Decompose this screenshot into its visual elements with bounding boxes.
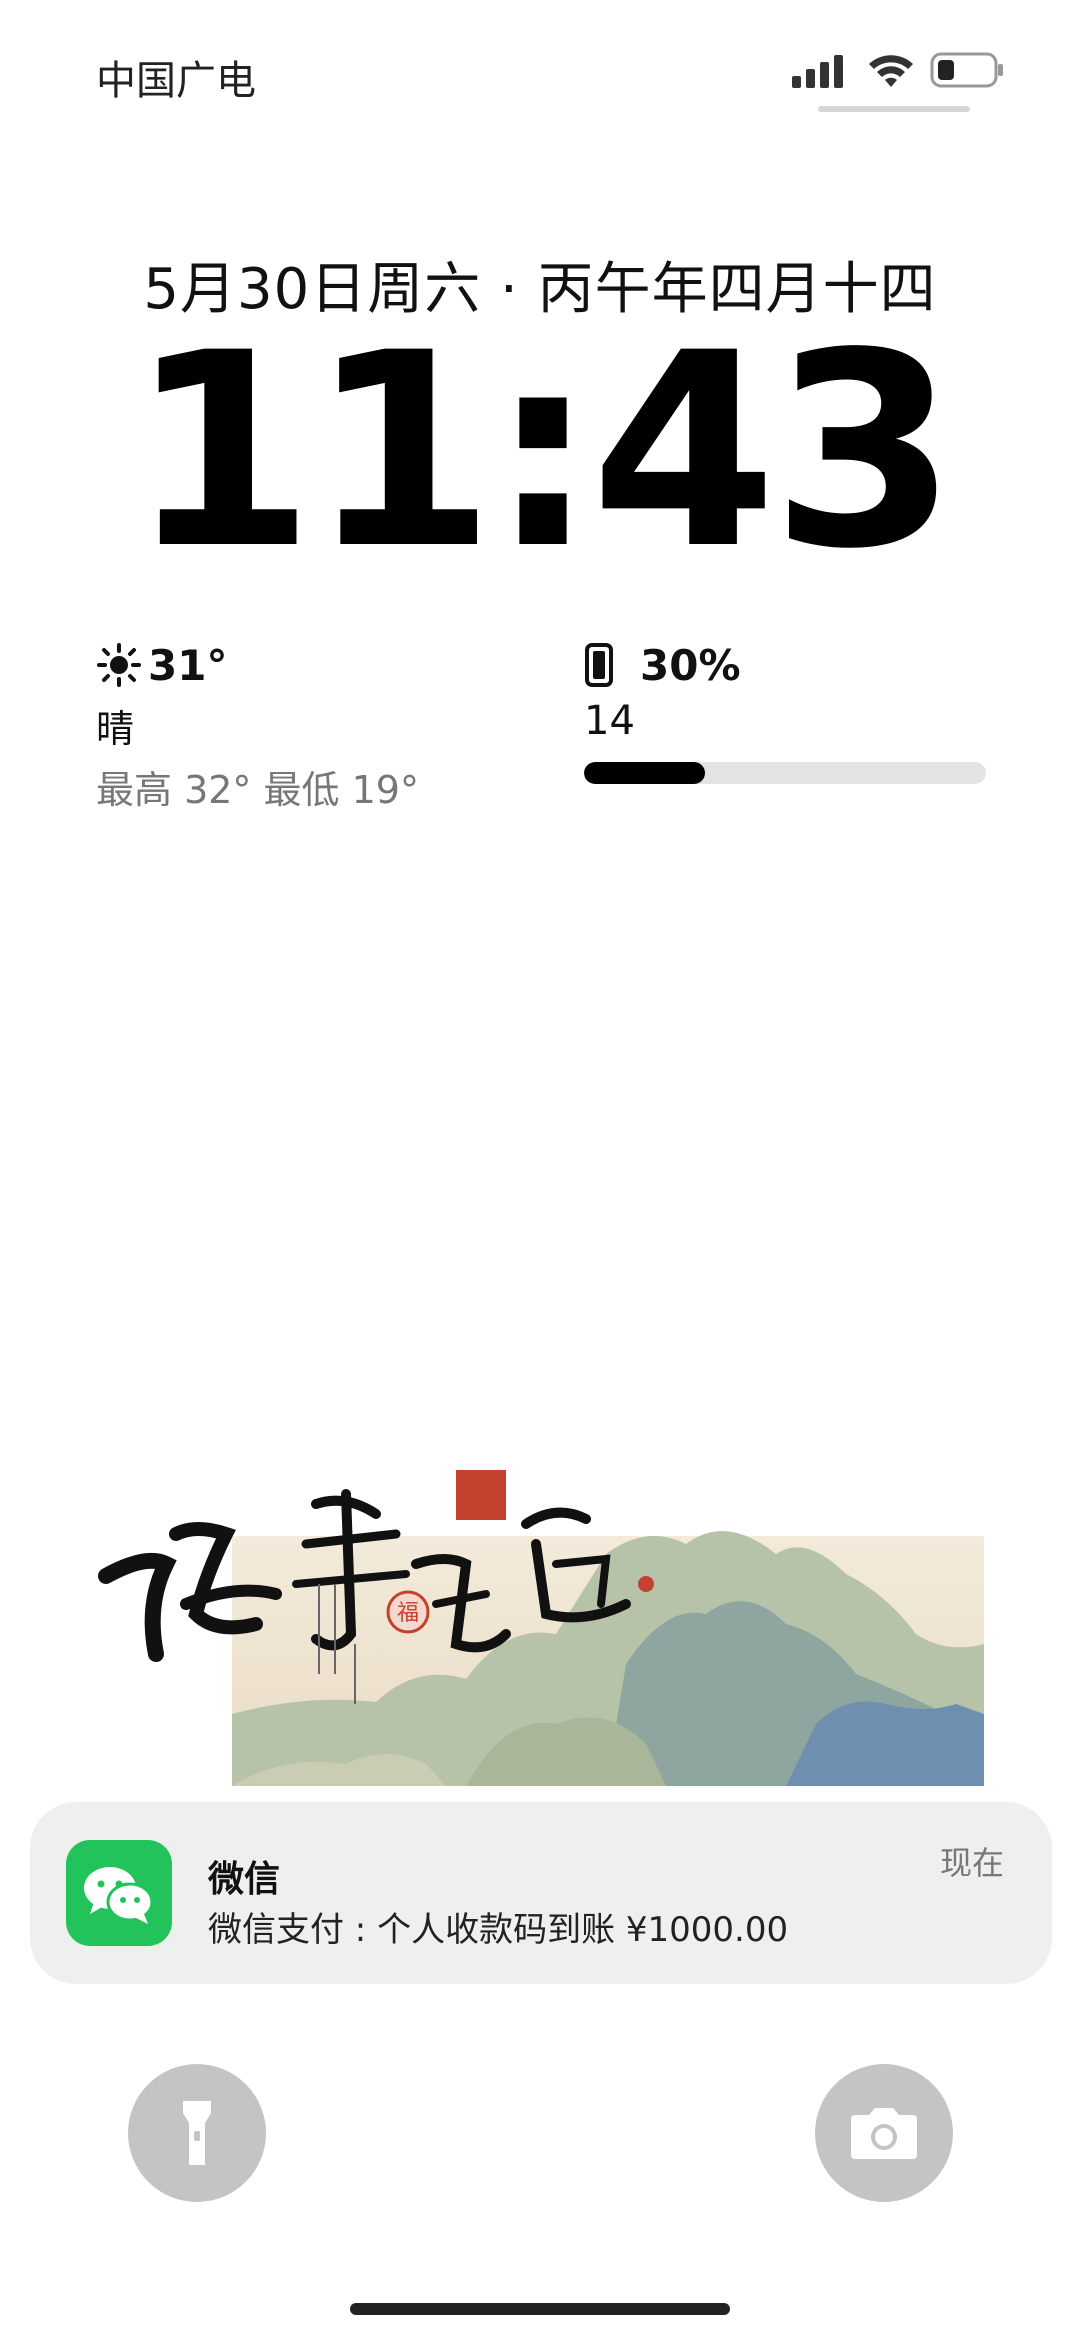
- wifi-icon: [869, 55, 913, 87]
- status-indicator-bar: [818, 106, 970, 112]
- signal-icon: [792, 55, 843, 88]
- flashlight-button[interactable]: [128, 2064, 266, 2202]
- battery-percent: 30%: [640, 640, 741, 690]
- camera-button[interactable]: [815, 2064, 953, 2202]
- phone-icon: [585, 643, 613, 687]
- weather-range: 最高 32° 最低 19°: [96, 768, 419, 812]
- wechat-icon: [66, 1840, 172, 1946]
- home-indicator[interactable]: [350, 2303, 730, 2315]
- battery-icon: [930, 52, 1003, 88]
- weather-widget[interactable]: 31° 晴 最高 32° 最低 19°: [96, 636, 516, 814]
- notification-message: 微信支付 : 个人收款码到账 ¥1000.00: [208, 1910, 789, 1950]
- carrier-label: 中国广电: [96, 58, 256, 104]
- notification-app-name: 微信: [208, 1859, 281, 1900]
- battery-level-fill: [584, 762, 705, 784]
- weather-temperature: 31°: [148, 640, 228, 690]
- seal-fu-text: 福: [397, 1601, 419, 1626]
- lock-clock: 11:43: [128, 296, 957, 608]
- sun-icon: [97, 643, 141, 687]
- wechat-notification[interactable]: 微信 微信支付 : 个人收款码到账 ¥1000.00 现在: [30, 1802, 1052, 1984]
- battery-device-label: 14: [584, 698, 635, 744]
- camera-icon: [851, 2108, 917, 2159]
- weather-condition: 晴: [96, 707, 135, 751]
- flashlight-icon: [183, 2101, 211, 2165]
- notification-time: 现在: [939, 1844, 1004, 1882]
- battery-widget[interactable]: 30% 14: [584, 636, 986, 784]
- battery-level-bar: [584, 762, 986, 784]
- calligraphy-landscape-image: 福: [98, 1470, 984, 1786]
